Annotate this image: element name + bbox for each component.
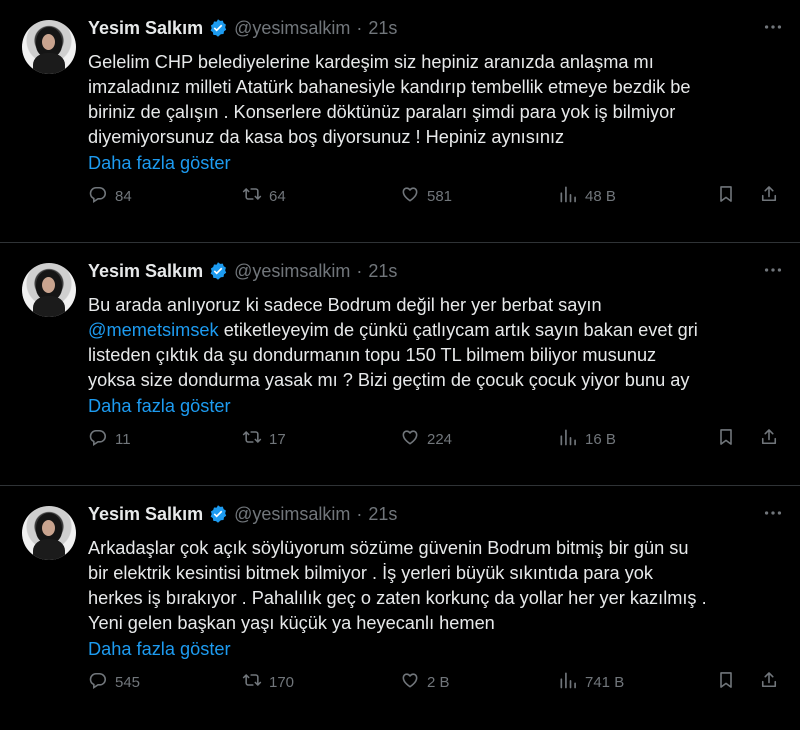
tweet-text-part: Gelelim CHP belediyelerine kardeşim siz …: [88, 52, 691, 147]
like-count: 224: [427, 430, 453, 448]
views-count: 16 B: [585, 430, 616, 448]
retweet-button[interactable]: 170: [242, 670, 294, 694]
tweet-header: Yesim Salkım @yesimsalkim · 21s: [88, 16, 784, 40]
like-count: 581: [427, 187, 453, 205]
bookmark-button[interactable]: [716, 427, 736, 451]
show-more-link[interactable]: Daha fazla göster: [88, 394, 231, 418]
avatar[interactable]: [22, 263, 76, 317]
tweet-text: Arkadaşlar çok açık söylüyorum sözüme gü…: [88, 536, 784, 636]
retweet-count: 64: [269, 187, 286, 205]
like-icon: [400, 427, 420, 451]
timestamp[interactable]: 21s: [368, 18, 397, 39]
separator-dot: ·: [356, 503, 363, 524]
tweet-text: Bu arada anlıyoruz ki sadece Bodrum deği…: [88, 293, 784, 393]
like-button[interactable]: 581: [400, 184, 452, 208]
more-options-icon[interactable]: [762, 502, 784, 528]
retweet-icon: [242, 184, 262, 208]
reply-button[interactable]: 11: [88, 427, 131, 451]
bookmark-icon: [716, 184, 736, 208]
share-button[interactable]: [759, 427, 779, 451]
retweet-icon: [242, 670, 262, 694]
views-icon: [558, 427, 578, 451]
author-handle[interactable]: @yesimsalkim: [234, 18, 350, 39]
reply-count: 84: [115, 187, 132, 205]
reply-icon: [88, 670, 108, 694]
avatar[interactable]: [22, 506, 76, 560]
like-count: 2 B: [427, 673, 450, 691]
reply-icon: [88, 184, 108, 208]
separator-dot: ·: [356, 260, 363, 281]
verified-badge-icon: [208, 504, 228, 524]
views-button[interactable]: 48 B: [558, 184, 616, 208]
author-name[interactable]: Yesim Salkım: [88, 261, 203, 282]
timestamp[interactable]: 21s: [368, 261, 397, 282]
like-button[interactable]: 224: [400, 427, 452, 451]
tweet-header: Yesim Salkım @yesimsalkim · 21s: [88, 502, 784, 526]
like-icon: [400, 184, 420, 208]
mention-link[interactable]: @memetsimsek: [88, 320, 219, 340]
views-count: 741 B: [585, 673, 625, 691]
like-button[interactable]: 2 B: [400, 670, 450, 694]
share-icon: [759, 427, 779, 451]
bookmark-button[interactable]: [716, 670, 736, 694]
reply-icon: [88, 427, 108, 451]
reply-count: 11: [115, 430, 131, 448]
verified-badge-icon: [208, 261, 228, 281]
tweet-text-part: Bu arada anlıyoruz ki sadece Bodrum deği…: [88, 295, 602, 315]
views-icon: [558, 184, 578, 208]
retweet-button[interactable]: 17: [242, 427, 286, 451]
verified-badge-icon: [208, 18, 228, 38]
timestamp[interactable]: 21s: [368, 504, 397, 525]
share-button[interactable]: [759, 670, 779, 694]
tweet-actions: 11 17 224 16 B: [88, 427, 784, 451]
tweet-actions: 545 170 2 B 741 B: [88, 670, 784, 694]
retweet-button[interactable]: 64: [242, 184, 286, 208]
tweet-actions: 84 64 581 48 B: [88, 184, 784, 208]
author-handle[interactable]: @yesimsalkim: [234, 504, 350, 525]
share-icon: [759, 184, 779, 208]
bookmark-icon: [716, 427, 736, 451]
separator-dot: ·: [356, 17, 363, 38]
reply-button[interactable]: 545: [88, 670, 140, 694]
share-button[interactable]: [759, 184, 779, 208]
retweet-count: 170: [269, 673, 295, 691]
bookmark-button[interactable]: [716, 184, 736, 208]
tweet-header: Yesim Salkım @yesimsalkim · 21s: [88, 259, 784, 283]
bookmark-icon: [716, 670, 736, 694]
more-options-icon[interactable]: [762, 16, 784, 42]
like-icon: [400, 670, 420, 694]
avatar[interactable]: [22, 20, 76, 74]
more-options-icon[interactable]: [762, 259, 784, 285]
tweet[interactable]: Yesim Salkım @yesimsalkim · 21s Arkadaşl…: [0, 486, 800, 729]
author-name[interactable]: Yesim Salkım: [88, 18, 203, 39]
retweet-icon: [242, 427, 262, 451]
reply-button[interactable]: 84: [88, 184, 132, 208]
views-icon: [558, 670, 578, 694]
tweet[interactable]: Yesim Salkım @yesimsalkim · 21s Gelelim …: [0, 0, 800, 243]
show-more-link[interactable]: Daha fazla göster: [88, 637, 231, 661]
views-button[interactable]: 741 B: [558, 670, 624, 694]
tweet-text-part: Arkadaşlar çok açık söylüyorum sözüme gü…: [88, 538, 707, 633]
tweet[interactable]: Yesim Salkım @yesimsalkim · 21s Bu arada…: [0, 243, 800, 486]
share-icon: [759, 670, 779, 694]
tweet-text: Gelelim CHP belediyelerine kardeşim siz …: [88, 50, 784, 150]
views-button[interactable]: 16 B: [558, 427, 616, 451]
author-name[interactable]: Yesim Salkım: [88, 504, 203, 525]
reply-count: 545: [115, 673, 141, 691]
author-handle[interactable]: @yesimsalkim: [234, 261, 350, 282]
show-more-link[interactable]: Daha fazla göster: [88, 151, 231, 175]
retweet-count: 17: [269, 430, 286, 448]
views-count: 48 B: [585, 187, 616, 205]
tweet-feed: Yesim Salkım @yesimsalkim · 21s Gelelim …: [0, 0, 800, 730]
